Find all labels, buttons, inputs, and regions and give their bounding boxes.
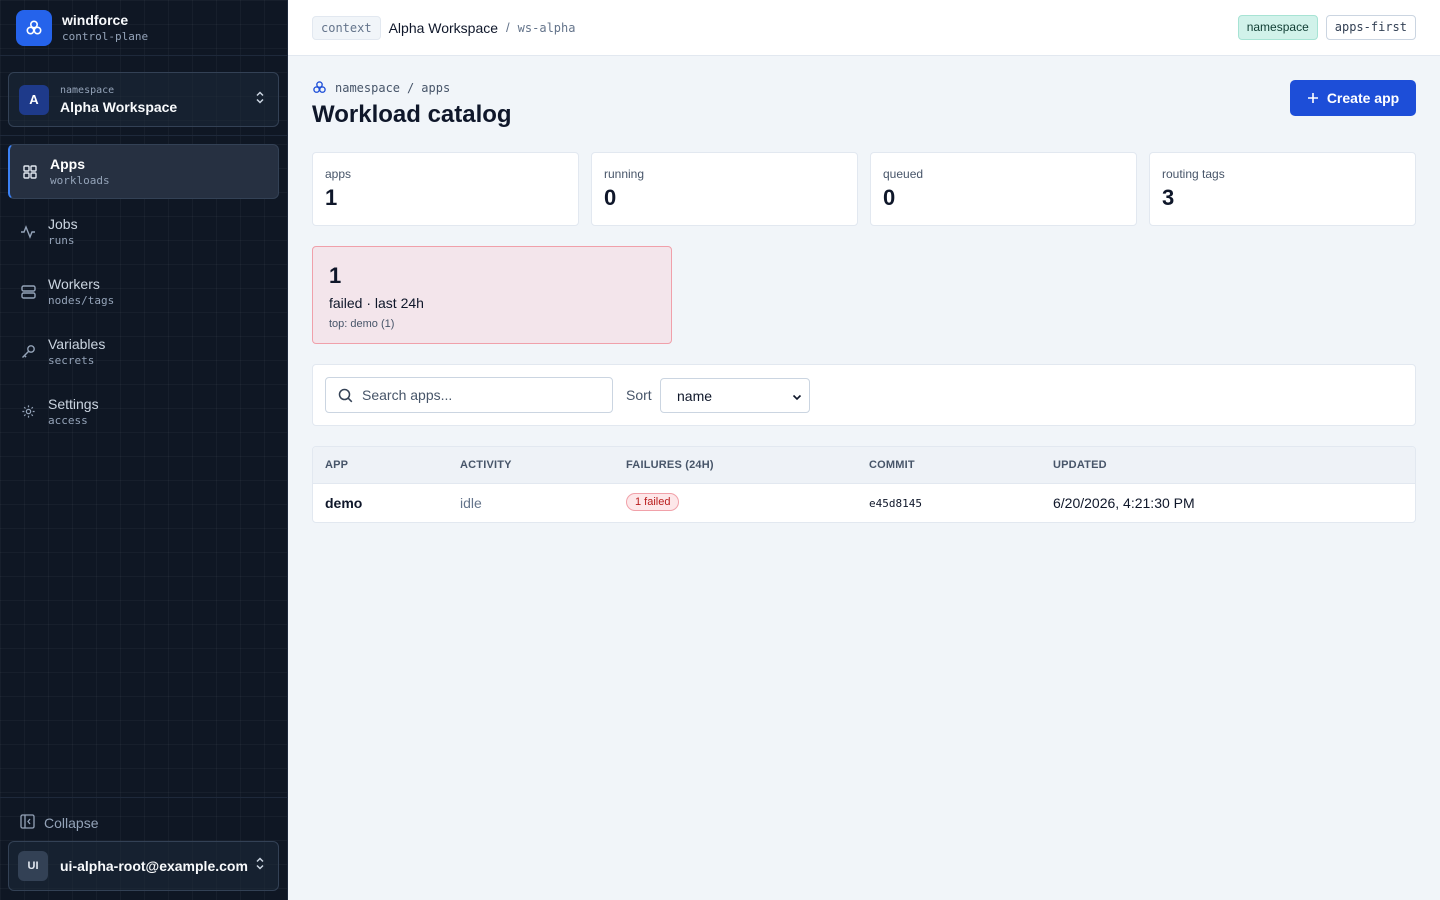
sort-select[interactable]: name	[660, 378, 810, 413]
stat-card-routing-tags: routing tags 3	[1149, 152, 1416, 226]
column-header-failures[interactable]: FAILURES (24H)	[626, 459, 714, 471]
activity-icon	[20, 224, 36, 240]
namespace-name: Alpha Workspace	[60, 98, 178, 115]
sidebar-item-sublabel: access	[48, 413, 88, 427]
create-app-button[interactable]: Create app	[1290, 80, 1416, 116]
sidebar-item-label: Apps	[50, 155, 85, 172]
search-box[interactable]	[325, 377, 613, 413]
brand-name: windforce	[62, 11, 129, 28]
stat-value: 3	[1162, 185, 1175, 210]
gear-icon	[20, 404, 36, 420]
sidebar-item-sublabel: runs	[48, 233, 75, 247]
stat-value: 0	[604, 185, 617, 210]
sidebar-item-jobs[interactable]: Jobs runs	[8, 204, 279, 259]
sidebar-item-label: Workers	[48, 275, 100, 292]
chevron-up-down-icon	[254, 857, 266, 876]
stat-card-apps: apps 1	[312, 152, 579, 226]
sidebar-item-sublabel: nodes/tags	[48, 293, 115, 307]
breadcrumb-namespace[interactable]: namespace	[335, 81, 400, 95]
sidebar: windforce control-plane A namespace Alph…	[0, 0, 288, 900]
create-app-label: Create app	[1326, 90, 1400, 106]
collapse-label: Collapse	[44, 815, 99, 831]
topbar: context Alpha Workspace / ws-alpha names…	[288, 0, 1440, 56]
column-header-updated[interactable]: UPDATED	[1053, 459, 1107, 471]
grid-icon	[22, 164, 38, 180]
context-pill: context	[312, 15, 381, 40]
namespace-label: namespace	[60, 84, 115, 96]
sort-label: Sort	[626, 387, 652, 403]
stat-value: 0	[883, 185, 896, 210]
failures-card[interactable]: 1 failed · last 24h top: demo (1)	[312, 246, 672, 344]
sidebar-item-label: Jobs	[48, 215, 78, 232]
page-title: Workload catalog	[312, 101, 512, 128]
namespace-badge: namespace	[1237, 15, 1318, 40]
cell-commit: e45d8145	[869, 497, 922, 510]
sidebar-bottom-divider	[0, 797, 288, 798]
breadcrumb: namespace / apps	[312, 80, 450, 95]
chevron-down-icon	[791, 390, 803, 406]
breadcrumb-separator: /	[407, 80, 415, 95]
plus-icon	[1307, 92, 1319, 104]
user-menu[interactable]: UI ui-alpha-root@example.com	[8, 841, 279, 891]
stat-card-queued: queued 0	[870, 152, 1137, 226]
stat-value: 1	[325, 185, 338, 210]
sort-select-value: name	[677, 387, 713, 404]
sidebar-item-apps[interactable]: Apps workloads	[8, 144, 279, 199]
table-header: APP ACTIVITY FAILURES (24H) COMMIT UPDAT…	[313, 447, 1415, 484]
stat-label: queued	[883, 167, 924, 181]
server-icon	[20, 284, 36, 300]
namespace-icon	[312, 80, 327, 95]
failures-badge[interactable]: 1 failed	[626, 493, 680, 511]
mode-badge: apps-first	[1325, 15, 1416, 40]
brand: windforce control-plane	[0, 0, 287, 56]
sidebar-item-sublabel: workloads	[50, 173, 110, 187]
sidebar-item-settings[interactable]: Settings access	[8, 384, 279, 439]
failures-count: 1	[329, 263, 342, 288]
filter-bar: Sort name	[312, 364, 1416, 426]
sidebar-item-sublabel: secrets	[48, 353, 95, 367]
sidebar-item-label: Settings	[48, 395, 99, 412]
apps-table: APP ACTIVITY FAILURES (24H) COMMIT UPDAT…	[312, 446, 1416, 523]
namespace-switcher[interactable]: A namespace Alpha Workspace	[8, 72, 279, 127]
stat-label: routing tags	[1162, 167, 1225, 181]
sidebar-item-workers[interactable]: Workers nodes/tags	[8, 264, 279, 319]
stat-card-running: running 0	[591, 152, 858, 226]
cell-activity: idle	[460, 495, 482, 511]
stat-label: running	[604, 167, 645, 181]
cell-updated: 6/20/2026, 4:21:30 PM	[1053, 495, 1195, 511]
brand-logo-icon	[16, 9, 52, 46]
column-header-app[interactable]: APP	[325, 459, 348, 471]
avatar: UI	[18, 851, 48, 881]
column-header-commit[interactable]: COMMIT	[869, 459, 915, 471]
namespace-avatar: A	[19, 84, 49, 115]
context-workspace-id: ws-alpha	[517, 20, 576, 35]
failures-top: top: demo (1)	[329, 318, 395, 330]
collapse-icon	[20, 814, 35, 832]
cell-app[interactable]: demo	[325, 495, 362, 511]
search-icon	[338, 388, 353, 403]
stat-label: apps	[325, 167, 352, 181]
table-row[interactable]: demo idle 1 failed e45d8145 6/20/2026, 4…	[313, 484, 1415, 522]
sidebar-divider	[0, 135, 288, 136]
brand-subtitle: control-plane	[62, 29, 149, 43]
search-input[interactable]	[362, 387, 602, 403]
context-separator: /	[506, 20, 510, 35]
context-workspace-name: Alpha Workspace	[388, 19, 499, 36]
breadcrumb-apps: apps	[421, 80, 451, 95]
column-header-activity[interactable]: ACTIVITY	[460, 459, 512, 471]
chevron-up-down-icon	[254, 90, 266, 109]
key-icon	[20, 344, 36, 360]
failures-title: failed · last 24h	[329, 295, 424, 311]
sidebar-item-variables[interactable]: Variables secrets	[8, 324, 279, 379]
sidebar-item-label: Variables	[48, 335, 106, 352]
user-email: ui-alpha-root@example.com	[60, 858, 248, 874]
collapse-button[interactable]: Collapse	[20, 814, 98, 832]
sidebar-nav: Apps workloads Jobs runs Workers nodes/t…	[8, 144, 279, 444]
